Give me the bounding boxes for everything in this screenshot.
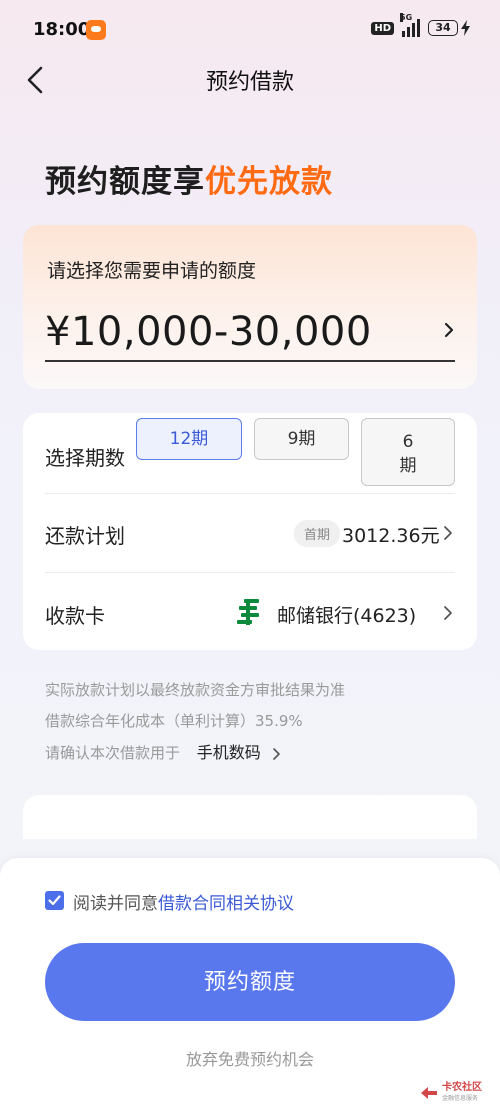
battery-level: 34 xyxy=(428,20,458,36)
agreement-link[interactable]: 借款合同相关协议 xyxy=(158,894,294,914)
loan-settings-card: 选择期数 12期 9期 6 期 还款计划 首期 3012.36元 收款卡 邮储银… xyxy=(23,413,477,650)
bank-chevron-icon[interactable] xyxy=(443,605,453,621)
first-period-tag: 首期 xyxy=(294,520,341,547)
check-icon xyxy=(48,895,61,906)
network-label: 5G xyxy=(400,13,413,22)
receiving-card-row[interactable]: 收款卡 邮储银行(4623) xyxy=(23,573,477,650)
headline-prefix: 预约额度享 xyxy=(45,164,205,200)
status-indicators: HD 5G 34 xyxy=(371,13,470,37)
kanong-logo-icon xyxy=(421,1087,437,1099)
signal-icon: 5G xyxy=(400,13,420,37)
agreement-text: 阅读并同意借款合同相关协议 xyxy=(73,889,294,914)
nav-bar: 预约借款 xyxy=(0,58,500,102)
loan-purpose-value[interactable]: 手机数码 xyxy=(197,743,261,762)
abandon-reservation-link[interactable]: 放弃免费预约机会 xyxy=(0,1046,500,1070)
term-option-12-label: 12期 xyxy=(169,429,209,449)
amount-value[interactable]: ¥10,000-30,000 xyxy=(45,309,372,355)
battery-icon: 34 xyxy=(428,20,470,36)
bottom-action-sheet: 阅读并同意借款合同相关协议 预约额度 放弃免费预约机会 xyxy=(0,858,500,1118)
amount-underline xyxy=(45,360,455,362)
term-row: 选择期数 12期 9期 6 期 xyxy=(23,413,477,493)
term-label: 选择期数 xyxy=(45,446,125,470)
amount-prompt: 请选择您需要申请的额度 xyxy=(47,260,257,282)
agreement-prefix: 阅读并同意 xyxy=(73,894,158,914)
partial-card xyxy=(23,795,477,839)
amount-card: 请选择您需要申请的额度 ¥10,000-30,000 xyxy=(23,225,477,389)
watermark: 卡农社区 金融信息服务 xyxy=(420,1082,482,1104)
term-option-9-label: 9期 xyxy=(287,429,316,449)
amount-chevron-icon[interactable] xyxy=(443,321,455,339)
hd-badge: HD xyxy=(371,21,394,35)
page-title: 预约借款 xyxy=(205,70,294,95)
term-option-9[interactable]: 9期 xyxy=(254,418,349,460)
repayment-plan-row[interactable]: 还款计划 首期 3012.36元 xyxy=(23,494,477,572)
term-option-6-number: 6 xyxy=(402,432,414,452)
app-notification-icon xyxy=(86,20,106,40)
receiving-card-label: 收款卡 xyxy=(45,604,105,628)
watermark-text: 卡农社区 xyxy=(442,1082,482,1093)
note-line-1: 实际放款计划以最终放款资金方审批结果为准 xyxy=(45,681,346,699)
loan-purpose-row[interactable]: 请确认本次借款用于 手机数码 xyxy=(45,737,345,769)
postal-savings-bank-logo-icon xyxy=(237,599,259,625)
charging-bolt-icon xyxy=(461,20,470,36)
repayment-label: 还款计划 xyxy=(45,524,125,548)
note-line-2: 借款综合年化成本（单利计算）35.9% xyxy=(45,712,303,730)
term-option-6-unit: 期 xyxy=(399,456,417,476)
loan-purpose-prefix: 请确认本次借款用于 xyxy=(45,744,181,762)
disclaimer-notes: 实际放款计划以最终放款资金方审批结果为准 借款综合年化成本（单利计算）35.9%… xyxy=(45,675,345,769)
status-time: 18:00 xyxy=(33,19,91,40)
term-option-12[interactable]: 12期 xyxy=(136,418,242,460)
reserve-quota-button[interactable]: 预约额度 xyxy=(45,943,455,1021)
headline-accent: 优先放款 xyxy=(205,164,333,200)
bank-name: 邮储银行(4623) xyxy=(277,605,417,627)
agreement-checkbox[interactable] xyxy=(45,891,64,910)
loan-purpose-chevron-icon[interactable] xyxy=(272,747,282,761)
first-period-amount: 3012.36元 xyxy=(342,525,440,547)
term-option-6[interactable]: 6 期 xyxy=(361,418,455,486)
status-bar: 18:00 HD 5G 34 xyxy=(0,0,500,58)
watermark-sub: 金融信息服务 xyxy=(442,1095,479,1102)
headline: 预约额度享优先放款 xyxy=(45,156,333,201)
repayment-chevron-icon[interactable] xyxy=(443,525,453,541)
